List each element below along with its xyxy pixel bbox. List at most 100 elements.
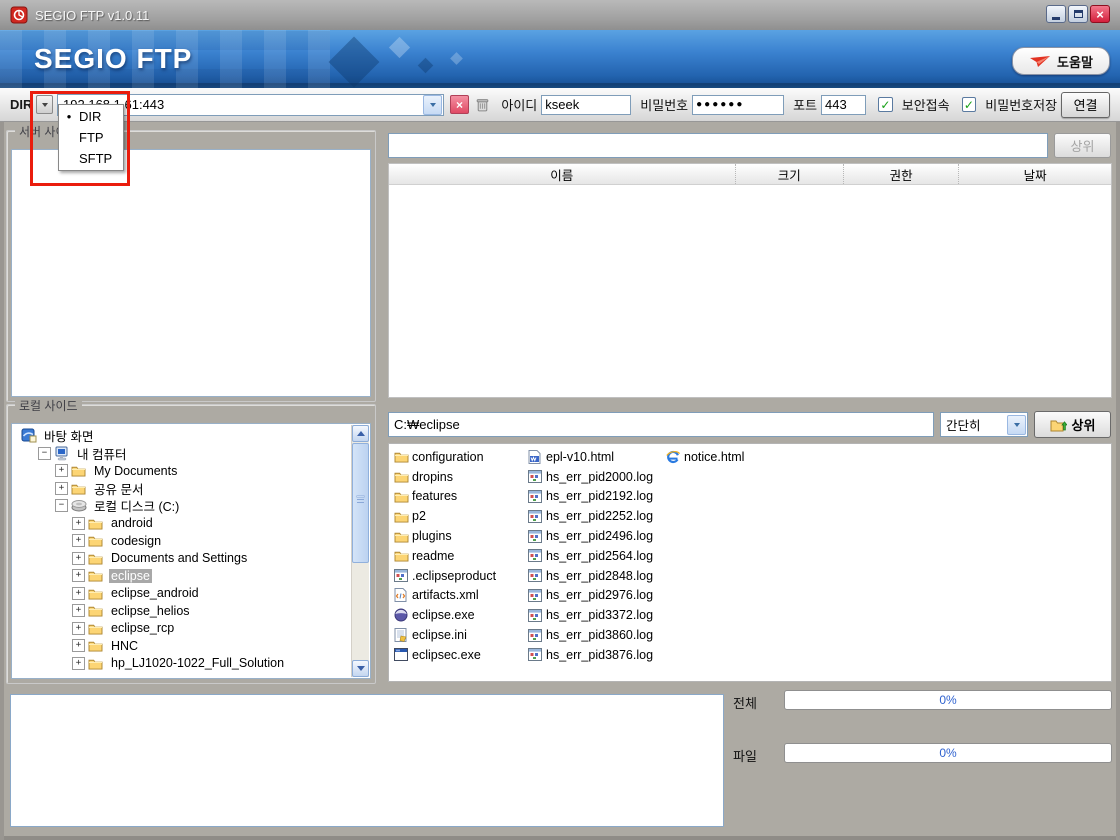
port-input[interactable] — [821, 95, 866, 115]
column-permission[interactable]: 권한 — [844, 164, 960, 184]
scroll-down-icon[interactable] — [352, 660, 369, 677]
file-item[interactable]: eclipse.exe — [394, 605, 526, 625]
tree-item[interactable]: +eclipse_android — [13, 585, 352, 603]
secure-connection-label: 보안접속 — [902, 95, 950, 114]
file-item[interactable]: hs_err_pid3860.log — [528, 625, 666, 645]
total-progress-bar: 0% — [784, 690, 1112, 710]
server-path-input[interactable] — [388, 133, 1048, 158]
mode-menu-item-ftp[interactable]: FTP — [59, 127, 123, 148]
view-mode-value: 간단히 — [941, 415, 1007, 434]
log-icon — [528, 530, 546, 543]
file-item[interactable]: readme — [394, 546, 526, 566]
tree-item[interactable]: +My Documents — [13, 462, 352, 480]
delete-address-button[interactable]: × — [450, 95, 469, 114]
file-item[interactable]: hs_err_pid2192.log — [528, 487, 666, 507]
tree-item-label: hp_LJ1020-1022_Full_Solution — [109, 656, 286, 670]
file-item[interactable]: hs_err_pid2848.log — [528, 566, 666, 586]
file-item[interactable]: artifacts.xml — [394, 586, 526, 606]
file-item[interactable]: hs_err_pid2564.log — [528, 546, 666, 566]
expander-icon[interactable]: − — [38, 447, 51, 460]
save-password-checkbox[interactable]: ✓ — [962, 97, 977, 112]
scrollbar-thumb[interactable] — [352, 443, 369, 563]
file-item[interactable]: hs_err_pid3876.log — [528, 645, 666, 665]
server-tree-area[interactable] — [11, 149, 371, 397]
expander-icon[interactable]: + — [72, 569, 85, 582]
mode-dropdown-button[interactable] — [36, 95, 53, 114]
file-item[interactable]: hs_err_pid2496.log — [528, 526, 666, 546]
tree-item[interactable]: +공유 문서 — [13, 480, 352, 498]
folder-icon — [394, 490, 412, 503]
tree-item[interactable]: + hp_LJ1020-1022_Full_Solution — [13, 655, 352, 673]
mode-menu-item-sftp[interactable]: SFTP — [59, 148, 123, 169]
file-item[interactable]: hs_err_pid2976.log — [528, 586, 666, 606]
tree-item-label: android — [109, 516, 155, 530]
mode-menu-item-dir[interactable]: ●DIR — [59, 106, 123, 127]
file-item[interactable]: features — [394, 487, 526, 507]
minimize-button[interactable] — [1046, 5, 1066, 23]
tree-item[interactable]: +eclipse — [13, 567, 352, 585]
tree-item[interactable]: +Documents and Settings — [13, 550, 352, 568]
column-name[interactable]: 이름 — [389, 164, 736, 184]
expander-icon[interactable]: + — [72, 639, 85, 652]
column-size[interactable]: 크기 — [736, 164, 844, 184]
local-tree: 바탕 화면−내 컴퓨터+My Documents+공유 문서−로컬 디스크 (C… — [13, 425, 352, 677]
chevron-down-icon — [1014, 423, 1020, 427]
file-item[interactable]: .eclipseproduct — [394, 566, 526, 586]
log-icon — [394, 569, 412, 582]
secure-connection-checkbox[interactable]: ✓ — [878, 97, 893, 112]
transfer-log-area[interactable] — [10, 694, 724, 827]
tree-item[interactable]: +eclipse_helios — [13, 602, 352, 620]
file-item[interactable]: hs_err_pid3372.log — [528, 605, 666, 625]
column-date[interactable]: 날짜 — [959, 164, 1111, 184]
tree-item[interactable]: −내 컴퓨터 — [13, 445, 352, 463]
trash-icon[interactable] — [475, 97, 491, 113]
file-item[interactable]: dropins — [394, 467, 526, 487]
close-button[interactable]: × — [1090, 5, 1110, 23]
log-icon — [528, 470, 546, 483]
expander-icon[interactable]: + — [55, 464, 68, 477]
expander-icon[interactable]: + — [72, 534, 85, 547]
password-input[interactable] — [692, 95, 784, 115]
local-up-button[interactable]: 상위 — [1034, 411, 1111, 438]
local-file-list[interactable]: configurationdropinsfeaturesp2pluginsrea… — [388, 443, 1112, 682]
file-item[interactable]: eclipsec.exe — [394, 645, 526, 665]
local-path-input[interactable]: C:₩eclipse — [388, 412, 934, 437]
tree-item[interactable]: +codesign — [13, 532, 352, 550]
server-up-button[interactable]: 상위 — [1054, 133, 1111, 158]
file-item[interactable]: epl-v10.html — [528, 447, 666, 467]
file-item[interactable]: notice.html — [666, 447, 866, 467]
file-progress-value: 0% — [939, 746, 956, 760]
tree-scrollbar[interactable] — [351, 425, 369, 677]
connect-button[interactable]: 연결 — [1061, 92, 1110, 118]
file-item[interactable]: eclipse.ini — [394, 625, 526, 645]
file-item[interactable]: plugins — [394, 526, 526, 546]
expander-icon[interactable]: + — [55, 482, 68, 495]
help-button[interactable]: 도움말 — [1012, 47, 1110, 75]
expander-icon[interactable]: − — [55, 499, 68, 512]
expander-icon[interactable]: + — [72, 517, 85, 530]
expander-icon[interactable]: + — [72, 657, 85, 670]
expander-icon[interactable]: + — [72, 622, 85, 635]
view-mode-dropdown-button[interactable] — [1007, 415, 1026, 435]
expander-icon[interactable]: + — [72, 587, 85, 600]
folder-icon — [394, 470, 412, 483]
expander-icon[interactable]: + — [72, 552, 85, 565]
server-file-table[interactable]: 이름 크기 권한 날짜 — [388, 163, 1112, 398]
scroll-up-icon[interactable] — [352, 425, 369, 442]
view-mode-select[interactable]: 간단히 — [940, 412, 1028, 437]
address-dropdown-button[interactable] — [423, 95, 442, 115]
tree-item[interactable]: +HNC — [13, 637, 352, 655]
file-item[interactable]: hs_err_pid2252.log — [528, 506, 666, 526]
file-item[interactable]: configuration — [394, 447, 526, 467]
file-name: epl-v10.html — [546, 450, 614, 464]
id-input[interactable] — [541, 95, 631, 115]
tree-item[interactable]: −로컬 디스크 (C:) — [13, 497, 352, 515]
tree-item[interactable]: 바탕 화면 — [13, 427, 352, 445]
tree-item[interactable]: + android — [13, 515, 352, 533]
file-item[interactable]: hs_err_pid2000.log — [528, 467, 666, 487]
file-item[interactable]: p2 — [394, 506, 526, 526]
tree-item[interactable]: +eclipse_rcp — [13, 620, 352, 638]
console-icon — [394, 648, 412, 661]
expander-icon[interactable]: + — [72, 604, 85, 617]
maximize-button[interactable] — [1068, 5, 1088, 23]
